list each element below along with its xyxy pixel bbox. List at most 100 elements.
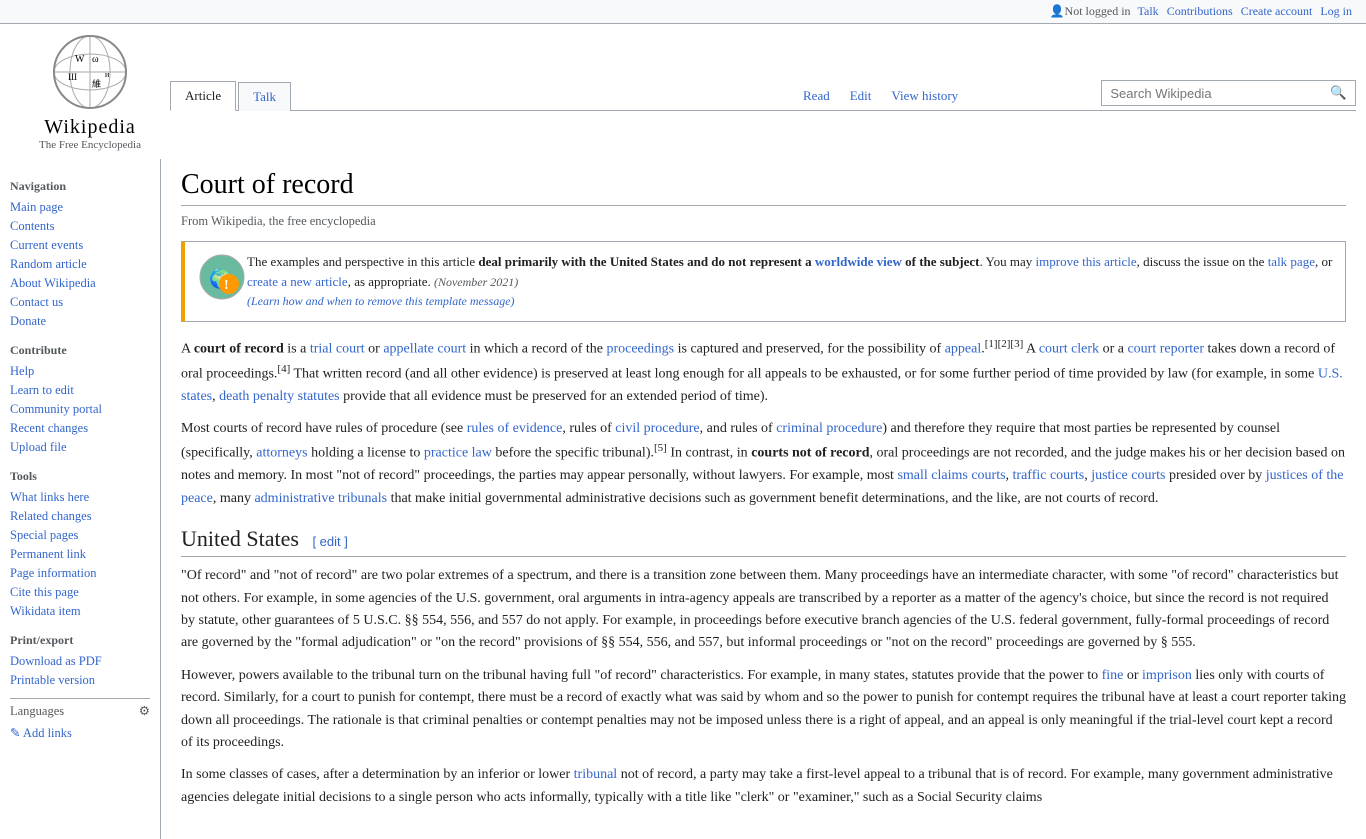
tab-talk[interactable]: Talk	[238, 82, 291, 111]
notice-bold: deal primarily with the United States an…	[478, 254, 979, 269]
court-reporter-link[interactable]: court reporter	[1127, 341, 1204, 356]
practice-law-link[interactable]: practice law	[424, 446, 492, 461]
create-article-link[interactable]: create a new article	[247, 274, 348, 289]
languages-gear-icon[interactable]: ⚙	[139, 703, 150, 719]
article-para3: "Of record" and "not of record" are two …	[181, 565, 1346, 655]
section-edit-link[interactable]: [ edit ]	[312, 534, 347, 549]
notice-icon: 🌍 !	[197, 252, 247, 311]
svg-text:W: W	[75, 54, 85, 65]
article-tabs: Article Talk	[170, 80, 293, 110]
wikipedia-logo: W ω Ш 維 и	[50, 32, 130, 112]
sidebar-item-about[interactable]: About Wikipedia	[10, 274, 150, 293]
proceedings-link[interactable]: proceedings	[606, 341, 674, 356]
languages-title: Languages	[10, 704, 64, 719]
article-title: Court of record	[181, 169, 1346, 206]
notice-box: 🌍 ! The examples and perspective in this…	[181, 241, 1346, 322]
sidebar-item-printable-version[interactable]: Printable version	[10, 671, 150, 690]
sidebar-item-random-article[interactable]: Random article	[10, 255, 150, 274]
small-claims-link[interactable]: small claims courts	[897, 468, 1005, 483]
tribunal-link[interactable]: tribunal	[574, 767, 618, 782]
tools-section-title: Tools	[10, 469, 150, 484]
search-button[interactable]: 🔍	[1322, 81, 1355, 105]
trial-court-link[interactable]: trial court	[310, 341, 365, 356]
attorneys-link[interactable]: attorneys	[256, 446, 307, 461]
view-tab-read[interactable]: Read	[793, 82, 840, 110]
talk-page-link[interactable]: talk page	[1268, 254, 1315, 269]
section-us-title: United States [ edit ]	[181, 526, 1346, 557]
search-input[interactable]	[1102, 82, 1322, 105]
svg-text:!: !	[224, 278, 229, 293]
content-header: Article Talk Read Edit View history 🔍	[170, 80, 1356, 111]
sidebar-item-donate[interactable]: Donate	[10, 312, 150, 331]
justice-courts-link[interactable]: justice courts	[1091, 468, 1165, 483]
death-penalty-link[interactable]: death penalty statutes	[219, 389, 340, 404]
sidebar-item-main-page[interactable]: Main page	[10, 198, 150, 217]
article-para5: In some classes of cases, after a determ…	[181, 764, 1346, 809]
view-tabs: Read Edit View history	[793, 82, 968, 110]
logo-subtitle: The Free Encyclopedia	[39, 139, 141, 151]
court-clerk-link[interactable]: court clerk	[1039, 341, 1099, 356]
wiki-header: W ω Ш 維 и Wikipedia The Free Encyclopedi…	[0, 24, 1366, 159]
civil-procedure-link[interactable]: civil procedure	[615, 421, 699, 436]
sidebar-item-upload-file[interactable]: Upload file	[10, 438, 150, 457]
us-states-link[interactable]: U.S. states	[181, 366, 1343, 403]
appellate-court-link[interactable]: appellate court	[383, 341, 466, 356]
article-content: Court of record From Wikipedia, the free…	[160, 159, 1366, 839]
svg-text:Ш: Ш	[68, 72, 77, 82]
user-icon: 👤	[1050, 4, 1065, 19]
languages-section: Languages ⚙	[10, 698, 150, 723]
sidebar-item-cite-this-page[interactable]: Cite this page	[10, 583, 150, 602]
sidebar: Navigation Main page Contents Current ev…	[0, 159, 160, 839]
article-para4: However, powers available to the tribuna…	[181, 665, 1346, 755]
sidebar-item-current-events[interactable]: Current events	[10, 236, 150, 255]
fine-link[interactable]: fine	[1102, 668, 1124, 683]
article-subtitle: From Wikipedia, the free encyclopedia	[181, 214, 1346, 229]
svg-text:維: 維	[92, 78, 101, 89]
navigation-section-title: Navigation	[10, 179, 150, 194]
main-layout: Navigation Main page Contents Current ev…	[0, 159, 1366, 839]
criminal-procedure-link[interactable]: criminal procedure	[776, 421, 882, 436]
admin-tribunals-link[interactable]: administrative tribunals	[254, 491, 387, 506]
not-logged-in-label: Not logged in	[1065, 4, 1131, 19]
sidebar-item-download-pdf[interactable]: Download as PDF	[10, 652, 150, 671]
search-box: 🔍	[1101, 80, 1356, 106]
view-tab-edit[interactable]: Edit	[840, 82, 882, 110]
talk-link[interactable]: Talk	[1138, 4, 1159, 19]
sidebar-item-special-pages[interactable]: Special pages	[10, 526, 150, 545]
sidebar-item-recent-changes[interactable]: Recent changes	[10, 419, 150, 438]
notice-text: The examples and perspective in this art…	[247, 252, 1333, 311]
sidebar-item-what-links-here[interactable]: What links here	[10, 488, 150, 507]
worldwide-view-link[interactable]: worldwide view	[815, 254, 902, 269]
tabs-and-search: Article Talk Read Edit View history 🔍	[170, 80, 1356, 111]
learn-remove-link[interactable]: (Learn how and when to remove this templ…	[247, 294, 515, 308]
sidebar-item-wikidata-item[interactable]: Wikidata item	[10, 602, 150, 621]
log-in-link[interactable]: Log in	[1320, 4, 1352, 19]
rules-evidence-link[interactable]: rules of evidence	[467, 421, 563, 436]
article-para2: Most courts of record have rules of proc…	[181, 418, 1346, 510]
sidebar-item-help[interactable]: Help	[10, 362, 150, 381]
sidebar-item-page-information[interactable]: Page information	[10, 564, 150, 583]
sidebar-item-learn-to-edit[interactable]: Learn to edit	[10, 381, 150, 400]
appeal-link[interactable]: appeal	[945, 341, 982, 356]
pencil-icon: ✎	[10, 726, 20, 740]
sidebar-item-community-portal[interactable]: Community portal	[10, 400, 150, 419]
sidebar-item-related-changes[interactable]: Related changes	[10, 507, 150, 526]
tab-article[interactable]: Article	[170, 81, 236, 111]
sidebar-item-add-links[interactable]: ✎ Add links	[10, 723, 150, 743]
svg-text:и: и	[105, 70, 110, 79]
notice-learn: (Learn how and when to remove this templ…	[247, 294, 515, 308]
sidebar-item-contact[interactable]: Contact us	[10, 293, 150, 312]
article-para1: A court of record is a trial court or ap…	[181, 336, 1346, 408]
sidebar-item-contents[interactable]: Contents	[10, 217, 150, 236]
improve-article-link[interactable]: improve this article	[1036, 254, 1137, 269]
create-account-link[interactable]: Create account	[1241, 4, 1313, 19]
contributions-link[interactable]: Contributions	[1167, 4, 1233, 19]
view-tab-history[interactable]: View history	[881, 82, 968, 110]
print-section-title: Print/export	[10, 633, 150, 648]
logo-title[interactable]: Wikipedia	[44, 116, 136, 139]
sidebar-item-permanent-link[interactable]: Permanent link	[10, 545, 150, 564]
imprison-link[interactable]: imprison	[1142, 668, 1192, 683]
logo-area: W ω Ш 維 и Wikipedia The Free Encyclopedi…	[10, 32, 170, 159]
traffic-courts-link[interactable]: traffic courts	[1013, 468, 1085, 483]
notice-text-before: The examples and perspective in this art…	[247, 254, 478, 269]
